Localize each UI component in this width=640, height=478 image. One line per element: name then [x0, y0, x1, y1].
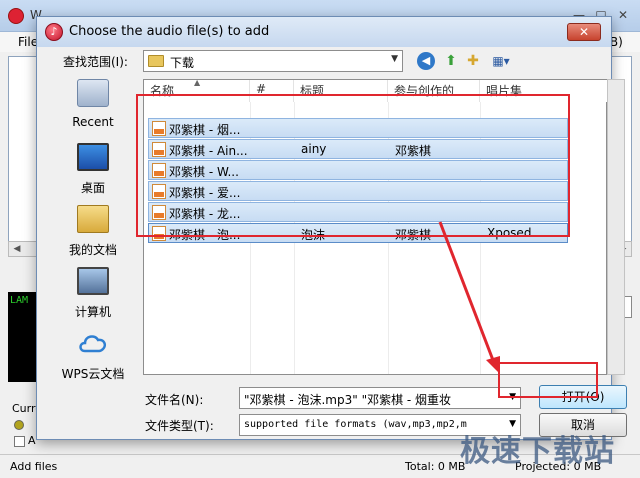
app-checkbox[interactable]: [14, 436, 25, 447]
file-name: 邓紫棋 - 龙...: [169, 207, 241, 221]
place-documents[interactable]: 我的文档: [47, 203, 139, 259]
close-icon[interactable]: ✕: [612, 6, 634, 24]
column-header-number[interactable]: #: [250, 80, 294, 102]
radio-dot-icon[interactable]: [14, 420, 24, 430]
file-row[interactable]: 邓紫棋 - 烟...: [148, 118, 568, 138]
file-row[interactable]: 邓紫棋 - 泡... 泡沫 邓紫棋 Xposed: [148, 223, 568, 243]
open-button[interactable]: 打开(O): [539, 385, 627, 409]
place-label: 桌面: [80, 181, 105, 195]
column-header-album[interactable]: 唱片集: [480, 80, 608, 102]
mp3-file-icon: [152, 121, 166, 136]
place-label: Recent: [72, 115, 114, 129]
dialog-titlebar: ♪ Choose the audio file(s) to add ✕: [37, 17, 611, 47]
look-in-value: 下载: [170, 56, 195, 70]
dialog-app-icon: ♪: [45, 23, 63, 41]
app-checkbox-label: A: [28, 434, 36, 447]
places-bar: Recent 桌面 我的文档 计算机 WPS云文档: [47, 77, 139, 415]
file-name-label: 文件名(N):: [145, 393, 204, 407]
file-artist: 邓紫棋: [395, 228, 432, 242]
status-total: Total: 0 MB: [405, 460, 466, 473]
column-header-name[interactable]: 名称 ▲: [144, 78, 250, 102]
sort-up-icon: ▲: [194, 78, 201, 87]
column-header-title[interactable]: 标题: [294, 80, 388, 102]
file-type-label: 文件类型(T):: [145, 419, 214, 433]
recent-icon: [77, 79, 109, 107]
open-file-dialog: ♪ Choose the audio file(s) to add ✕ 查找范围…: [36, 16, 627, 440]
file-name: 邓紫棋 - 爱...: [169, 186, 241, 200]
app-icon: [8, 8, 24, 24]
mp3-file-icon: [152, 205, 166, 220]
mp3-file-icon: [152, 226, 166, 241]
dialog-close-button[interactable]: ✕: [567, 23, 601, 41]
file-name: 邓紫棋 - W...: [169, 165, 239, 179]
place-label: 计算机: [74, 305, 111, 319]
mp3-file-icon: [152, 142, 166, 157]
place-desktop[interactable]: 桌面: [47, 141, 139, 197]
documents-icon: [77, 205, 109, 233]
status-add-files: Add files: [10, 460, 58, 473]
lame-display: LAM: [8, 292, 38, 382]
computer-icon: [77, 267, 109, 295]
place-recent[interactable]: Recent: [47, 77, 139, 133]
column-header-artist[interactable]: 参与创作的: [388, 80, 480, 102]
view-menu-icon[interactable]: ▦▾: [487, 51, 515, 71]
place-label: 我的文档: [68, 243, 117, 257]
file-row[interactable]: 邓紫棋 - 爱...: [148, 181, 568, 201]
mp3-file-icon: [152, 184, 166, 199]
file-row[interactable]: 邓紫棋 - W...: [148, 160, 568, 180]
column-name-label: 名称: [150, 84, 175, 98]
file-name-value: "邓紫棋 - 泡沫.mp3" "邓紫棋 - 烟重妆: [244, 393, 452, 407]
file-album: Xposed: [487, 226, 532, 240]
file-artist: 邓紫棋: [395, 144, 432, 158]
chevron-down-icon: ▼: [509, 392, 516, 402]
scroll-left-icon[interactable]: ◀: [9, 242, 25, 256]
file-row[interactable]: 邓紫棋 - 龙...: [148, 202, 568, 222]
mp3-file-icon: [152, 163, 166, 178]
place-computer[interactable]: 计算机: [47, 265, 139, 321]
vertical-scrollbar[interactable]: [607, 79, 625, 375]
file-row[interactable]: 邓紫棋 - Ain... ainy 邓紫棋: [148, 139, 568, 159]
file-name-combo[interactable]: "邓紫棋 - 泡沫.mp3" "邓紫棋 - 烟重妆 ▼: [239, 387, 521, 409]
file-list[interactable]: 名称 ▲ # 标题 参与创作的 唱片集 邓紫棋 - 烟... 邓紫棋 - Ain…: [143, 78, 608, 375]
file-name: 邓紫棋 - Ain...: [169, 144, 248, 158]
file-name: 邓紫棋 - 泡...: [169, 228, 241, 242]
new-folder-icon[interactable]: ✚: [463, 51, 483, 71]
chevron-down-icon: ▼: [391, 54, 398, 64]
dialog-title: Choose the audio file(s) to add: [69, 24, 270, 39]
place-wps-cloud[interactable]: WPS云文档: [47, 327, 139, 383]
file-name: 邓紫棋 - 烟...: [169, 123, 241, 137]
look-in-label: 查找范围(I):: [63, 55, 128, 69]
file-title: ainy: [301, 142, 327, 156]
watermark: 极速下载站: [460, 434, 615, 469]
back-icon[interactable]: ◀: [417, 52, 435, 70]
file-title: 泡沫: [301, 228, 326, 242]
up-folder-icon[interactable]: ⬆: [441, 51, 461, 71]
look-in-combo[interactable]: 下载 ▼: [143, 50, 403, 72]
desktop-icon: [77, 143, 109, 171]
folder-icon: [148, 55, 164, 67]
cloud-icon: [77, 329, 109, 357]
place-label: WPS云文档: [61, 367, 125, 381]
